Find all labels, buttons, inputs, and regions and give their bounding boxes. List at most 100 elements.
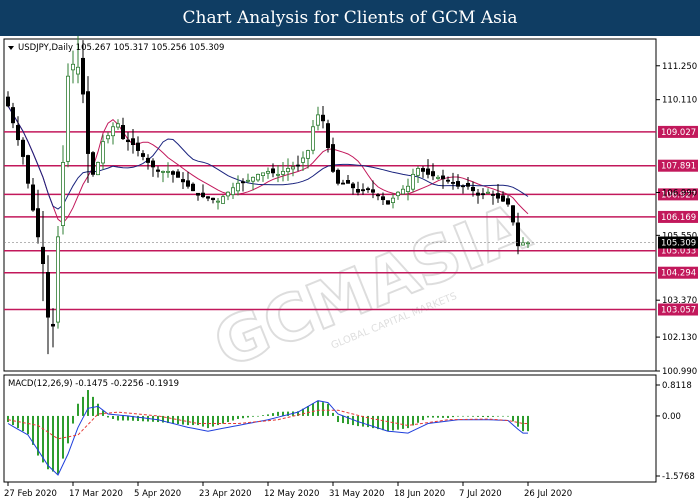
macd-histogram-bar — [332, 412, 334, 416]
macd-y-tick-label: 0.8118 — [662, 381, 692, 391]
macd-histogram-bar — [82, 396, 84, 416]
macd-histogram-bar — [507, 415, 509, 417]
candle-body — [400, 188, 405, 195]
candle-body — [440, 175, 445, 180]
candle-body — [265, 170, 270, 174]
y-tick-label: 106.990 — [662, 189, 697, 199]
macd-histogram-bar — [267, 414, 269, 416]
candle-body — [430, 171, 435, 177]
candle-body — [111, 126, 116, 137]
macd-histogram-bar — [482, 415, 484, 417]
candle-body — [325, 123, 330, 148]
candle-body — [121, 125, 126, 140]
macd-histogram-bar — [47, 415, 49, 470]
candle-body — [255, 173, 260, 181]
macd-histogram-bar — [77, 403, 79, 416]
candle-body — [405, 185, 410, 192]
macd-histogram-bar — [192, 415, 194, 426]
candle-body — [370, 189, 375, 193]
macd-histogram-bar — [27, 415, 29, 435]
macd-histogram-bar — [127, 415, 129, 421]
candle-body — [155, 169, 160, 172]
macd-panel — [3, 374, 657, 483]
candle-body — [290, 166, 295, 170]
macd-histogram-bar — [497, 415, 499, 417]
candle-body — [86, 91, 91, 154]
macd-histogram-bar — [452, 415, 454, 418]
candle-body — [225, 191, 230, 197]
candle-body — [350, 183, 355, 189]
candle-body — [210, 197, 215, 201]
candle-body — [205, 196, 210, 199]
candle-body — [130, 138, 135, 146]
candle-body — [526, 242, 531, 245]
macd-histogram-bar — [477, 415, 479, 417]
macd-histogram-bar — [492, 415, 494, 417]
candle-body — [190, 183, 195, 192]
x-tick-label: 27 Feb 2020 — [4, 489, 57, 499]
macd-histogram-bar — [7, 415, 9, 423]
macd-histogram-bar — [462, 415, 464, 417]
macd-histogram-bar — [122, 415, 124, 421]
y-tick-label: 111.250 — [662, 62, 697, 72]
candle-body — [340, 182, 345, 185]
candle-body — [500, 195, 505, 202]
macd-histogram-bar — [277, 411, 279, 416]
candle-body — [380, 196, 385, 201]
candle-body — [6, 96, 11, 107]
x-tick-label: 23 Apr 2020 — [199, 489, 252, 499]
candle-body — [385, 200, 390, 205]
candlestick-chart: GCMASIA GLOBAL CAPITAL MARKETS 109.02710… — [0, 36, 700, 500]
candle-body — [160, 170, 165, 173]
macd-histogram-bar — [402, 415, 404, 429]
macd-histogram-bar — [232, 415, 234, 421]
candle-body — [445, 179, 450, 182]
macd-histogram-bar — [252, 415, 254, 417]
candle-body — [76, 66, 81, 75]
macd-histogram-bar — [22, 415, 24, 432]
level-label: 103.057 — [661, 306, 696, 316]
candle-body — [215, 200, 220, 203]
candle-body — [435, 176, 440, 179]
candle-body — [10, 107, 15, 124]
macd-histogram-bar — [322, 402, 324, 416]
macd-histogram-bar — [387, 415, 389, 432]
candle-body — [71, 63, 76, 71]
macd-histogram-bar — [437, 415, 439, 418]
candle-body — [275, 173, 280, 176]
candle-body — [240, 181, 245, 184]
candle-body — [230, 187, 235, 196]
candle-body — [36, 208, 41, 238]
page-title: Chart Analysis for Clients of GCM Asia — [0, 0, 700, 36]
macd-histogram-bar — [52, 415, 54, 472]
candle-body — [470, 186, 475, 192]
macd-histogram-bar — [222, 415, 224, 424]
candle-body — [315, 114, 320, 126]
candle-body — [245, 179, 250, 182]
macd-histogram-bar — [237, 415, 239, 419]
y-tick-label: 100.990 — [662, 367, 697, 377]
candle-body — [485, 191, 490, 194]
candle-body — [320, 114, 325, 122]
macd-histogram-bar — [312, 403, 314, 416]
macd-histogram-bar — [32, 415, 34, 445]
macd-histogram-bar — [407, 415, 409, 429]
candle-body — [46, 272, 51, 318]
candle-body — [96, 162, 101, 176]
x-tick-label: 31 May 2020 — [329, 489, 384, 499]
candle-body — [305, 150, 310, 159]
candle-body — [106, 135, 111, 140]
candle-body — [285, 168, 290, 173]
candle-body — [495, 193, 500, 199]
macd-histogram-bar — [457, 415, 459, 417]
y-tick-label: 110.110 — [662, 96, 697, 106]
y-tick-label: 102.130 — [662, 333, 697, 343]
candle-body — [415, 168, 420, 176]
macd-y-tick-label: 0.00 — [662, 412, 681, 422]
macd-histogram-bar — [472, 415, 474, 417]
level-label: 109.027 — [661, 128, 696, 138]
macd-histogram-bar — [337, 415, 339, 423]
macd-histogram-bar — [442, 415, 444, 418]
candle-body — [505, 198, 510, 205]
candle-body — [66, 75, 71, 162]
